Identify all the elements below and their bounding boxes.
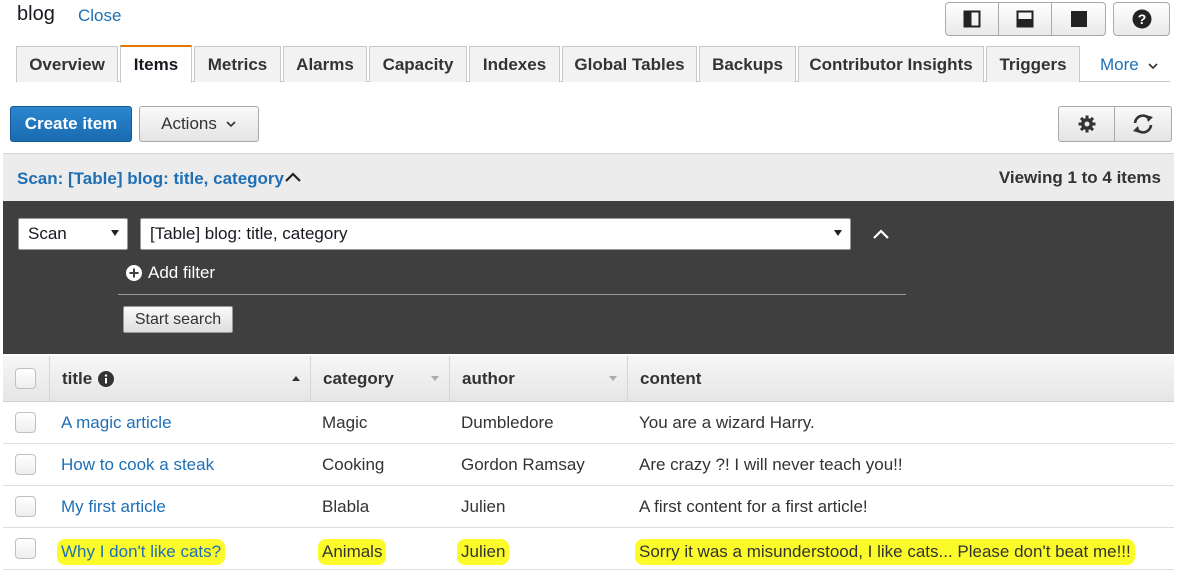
svg-text:?: ? [1137,11,1146,27]
caret-down-icon [834,230,842,236]
scan-summary-toggle[interactable]: Scan: [Table] blog: title, category [17,169,284,189]
item-author: Gordon Ramsay [461,455,585,474]
table-row: A magic article Magic Dumbledore You are… [3,402,1174,444]
row-checkbox[interactable] [15,496,36,517]
refresh-icon [1133,114,1153,134]
item-category: Cooking [322,455,385,474]
full-panel-icon [1070,11,1087,27]
scan-target-select[interactable]: [Table] blog: title, category [140,218,851,250]
item-title-link[interactable]: How to cook a steak [61,455,214,475]
column-author-label: author [462,369,515,388]
scan-mode-value: Scan [28,224,67,243]
row-checkbox[interactable] [15,412,36,433]
item-author: Julien [457,539,510,565]
toolbar-icon-group [1058,106,1172,142]
info-icon[interactable] [98,371,115,387]
row-checkbox[interactable] [15,454,36,475]
add-filter-button[interactable]: Add filter [126,263,215,283]
tab-bar: Overview Items Metrics Alarms Capacity I… [0,44,1180,83]
item-title-link[interactable]: Why I don't like cats? [57,539,226,565]
row-checkbox[interactable] [15,538,36,559]
column-header-title[interactable]: title [49,356,310,402]
gear-icon [1078,115,1095,133]
tab-global-tables[interactable]: Global Tables [562,46,697,82]
column-header-author[interactable]: author [449,356,627,402]
column-category-label: category [323,369,394,388]
split-vertical-icon [963,10,981,28]
column-header-category[interactable]: category [310,356,449,402]
item-title-link[interactable]: A magic article [61,413,172,433]
item-content: You are a wizard Harry. [639,413,815,432]
scan-header: Scan: [Table] blog: title, category View… [3,153,1174,201]
tab-metrics[interactable]: Metrics [194,46,281,82]
column-title-label: title [62,369,93,388]
tab-overview[interactable]: Overview [16,46,118,82]
column-header-content[interactable]: content [627,356,1174,402]
viewing-count: Viewing 1 to 4 items [998,168,1161,187]
sort-icon [431,376,439,381]
tab-contributor-insights[interactable]: Contributor Insights [798,46,984,82]
refresh-button[interactable] [1115,107,1171,141]
chevron-down-icon [226,121,236,128]
scan-mode-select[interactable]: Scan [18,218,128,250]
chevron-up-icon[interactable] [872,228,890,240]
plus-circle-icon [126,265,142,281]
start-search-button[interactable]: Start search [123,306,233,333]
item-author: Julien [461,497,506,516]
chevron-down-icon [1148,63,1159,70]
tab-capacity[interactable]: Capacity [369,46,467,82]
item-title-link[interactable]: My first article [61,497,166,517]
scan-panel: Scan [Table] blog: title, category Add f… [3,201,1174,354]
add-filter-label: Add filter [148,263,216,282]
split-horizontal-icon [1016,10,1034,28]
top-bar: blog Close ? [0,0,1180,44]
item-content: A first content for a first article! [639,497,868,516]
item-category: Magic [322,413,368,432]
layout-split-horizontal-button[interactable] [999,3,1052,35]
filter-divider [118,294,906,295]
tab-backups[interactable]: Backups [699,46,796,82]
sort-icon [609,376,617,381]
create-item-button[interactable]: Create item [10,106,132,142]
table-row: My first article Blabla Julien A first c… [3,486,1174,528]
actions-label: Actions [161,114,217,133]
tab-alarms[interactable]: Alarms [283,46,367,82]
table-name: blog [17,3,55,25]
item-content: Sorry it was a misunderstood, I like cat… [635,539,1135,565]
item-author: Dumbledore [461,413,554,432]
actions-dropdown-button[interactable]: Actions [139,106,259,142]
item-category: Animals [318,539,387,565]
table-row-highlighted: Why I don't like cats? Animals Julien So… [3,528,1174,570]
caret-down-icon [111,230,119,236]
help-button[interactable]: ? [1113,2,1170,36]
scan-target-value: [Table] blog: title, category [150,224,348,243]
item-category: Blabla [322,497,370,516]
tab-indexes[interactable]: Indexes [469,46,560,82]
close-link[interactable]: Close [78,6,121,26]
toolbar: Create item Actions [0,100,1180,146]
help-icon: ? [1132,9,1151,29]
table-row: How to cook a steak Cooking Gordon Ramsa… [3,444,1174,486]
layout-full-button[interactable] [1052,3,1105,35]
tab-triggers[interactable]: Triggers [986,46,1080,82]
settings-button[interactable] [1059,107,1115,141]
grid-header: title category author content [3,356,1174,402]
column-content-label: content [640,369,702,388]
layout-toggle-group [945,2,1106,36]
item-content: Are crazy ?! I will never teach you!! [639,455,903,474]
sort-ascending-icon [292,376,300,381]
layout-split-vertical-button[interactable] [946,3,999,35]
tab-more-label: More [1100,55,1139,74]
tab-items[interactable]: Items [120,45,192,83]
chevron-up-icon[interactable] [284,171,302,183]
tab-more-dropdown[interactable]: More [1100,55,1159,75]
select-all-checkbox[interactable] [15,368,36,389]
